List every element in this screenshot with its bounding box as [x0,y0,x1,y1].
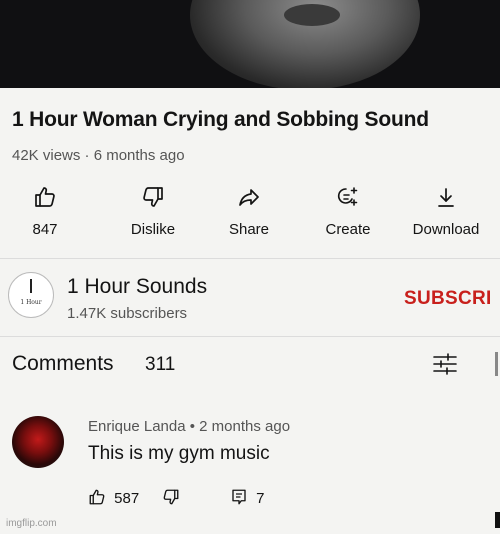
create-label: Create [325,221,371,238]
video-title: 1 Hour Woman Crying and Sobbing Sound [12,108,429,131]
like-button[interactable]: 847 [20,185,70,238]
more-menu-edge[interactable] [495,352,498,376]
watermark: imgflip.com [6,518,57,529]
create-button[interactable]: Create [316,185,380,238]
download-label: Download [412,221,480,238]
dislike-button[interactable]: Dislike [118,185,188,238]
action-bar: 847 Dislike Share Create Download [0,185,500,245]
comments-heading[interactable]: Comments [12,352,114,376]
channel-subscribers: 1.47K subscribers [67,305,188,322]
comments-count: 311 [145,354,176,375]
edge-artifact [495,512,500,528]
filter-sliders-icon[interactable] [432,352,458,376]
clock-hand-icon [30,279,32,293]
share-arrow-icon [239,189,259,206]
dislike-label: Dislike [130,221,176,238]
channel-avatar-text: 1 Hour [20,299,42,306]
comment-author[interactable]: Enrique Landa • 2 months ago [88,418,290,435]
divider [0,258,500,259]
comment-reply-count: 7 [256,490,265,507]
video-thumbnail[interactable] [0,0,500,88]
share-label: Share [228,221,270,238]
comment-author-avatar[interactable] [12,416,64,468]
comment-like-count: 587 [114,490,140,507]
comment-text: This is my gym music [88,443,270,464]
thumbs-up-icon [35,187,55,207]
channel-avatar[interactable]: 1 Hour [8,272,54,318]
subscribe-button[interactable]: SUBSCRI [404,288,492,310]
channel-name[interactable]: 1 Hour Sounds [67,275,207,299]
share-button[interactable]: Share [220,185,278,238]
create-sparkle-icon [337,187,358,206]
comment-replies-button[interactable]: 7 [230,488,265,507]
thumbnail-shadow [284,4,340,26]
thumbs-down-icon [163,489,179,505]
video-meta[interactable]: 42K views · 6 months ago [12,147,185,164]
comment-dislike-button[interactable] [162,488,180,507]
like-count: 847 [32,221,58,238]
thumbs-up-icon [89,489,105,505]
divider [0,336,500,337]
comment-like-button[interactable]: 587 [88,488,139,507]
reply-comment-icon [232,489,246,505]
thumbs-down-icon [143,187,163,207]
download-button[interactable]: Download [402,185,490,238]
download-icon [438,188,454,207]
